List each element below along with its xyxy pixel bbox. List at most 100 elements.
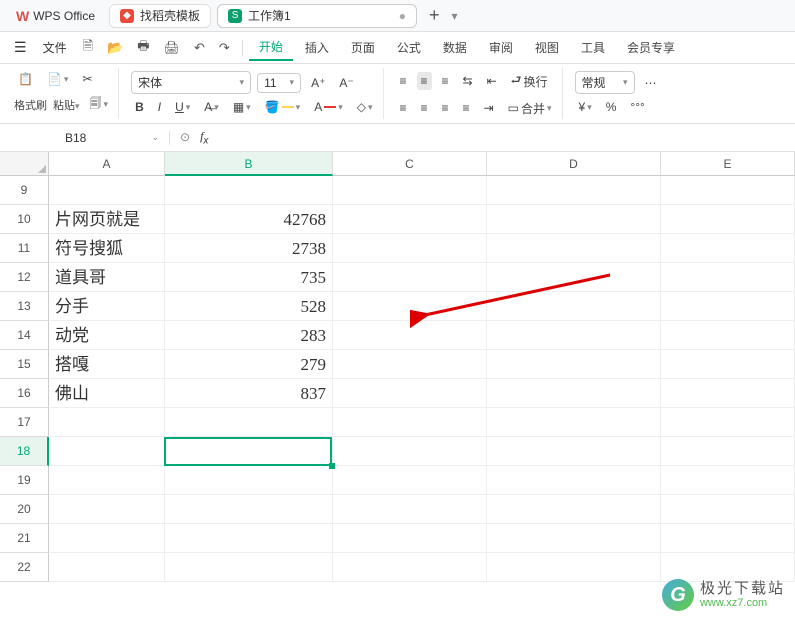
- indent-dec-icon[interactable]: ⇤: [483, 72, 501, 90]
- cell[interactable]: [487, 466, 661, 495]
- col-header-D[interactable]: D: [487, 152, 661, 176]
- row-header[interactable]: 17: [0, 408, 49, 437]
- cell[interactable]: 搭嘎: [49, 350, 165, 379]
- menu-page[interactable]: 页面: [341, 35, 385, 60]
- format-painter-label[interactable]: 格式刷: [14, 97, 47, 113]
- open-icon[interactable]: 📂: [101, 36, 129, 60]
- indent-inc-icon[interactable]: ⇥: [480, 99, 498, 117]
- cell[interactable]: [49, 408, 165, 437]
- clear-format-icon[interactable]: ◇▾: [353, 98, 377, 116]
- spreadsheet-grid[interactable]: A B C D E 910片网页就是4276811符号搜狐273812道具哥73…: [0, 152, 795, 582]
- name-box[interactable]: B18 ⌄: [0, 131, 170, 145]
- redo-icon[interactable]: ↷: [213, 36, 236, 60]
- cell[interactable]: 283: [165, 321, 333, 350]
- align-top-icon[interactable]: ≡: [396, 72, 411, 90]
- cell[interactable]: [661, 379, 795, 408]
- border-icon[interactable]: ▦▾: [229, 98, 255, 116]
- paste-icon[interactable]: 📄▾: [43, 70, 72, 88]
- row-header[interactable]: 18: [0, 437, 49, 466]
- row-header[interactable]: 16: [0, 379, 49, 408]
- hamburger-icon[interactable]: ☰: [8, 39, 33, 56]
- cell[interactable]: [661, 205, 795, 234]
- cell[interactable]: 837: [165, 379, 333, 408]
- menu-insert[interactable]: 插入: [295, 35, 339, 60]
- cell[interactable]: [487, 321, 661, 350]
- cell[interactable]: [661, 263, 795, 292]
- row-header[interactable]: 11: [0, 234, 49, 263]
- cell[interactable]: 279: [165, 350, 333, 379]
- col-header-E[interactable]: E: [661, 152, 795, 176]
- cell[interactable]: 分手: [49, 292, 165, 321]
- cell[interactable]: 符号搜狐: [49, 234, 165, 263]
- paste-label[interactable]: 粘贴▾: [53, 97, 80, 113]
- cell[interactable]: [661, 437, 795, 466]
- cell[interactable]: [661, 176, 795, 205]
- cell[interactable]: 42768: [165, 205, 333, 234]
- col-header-A[interactable]: A: [49, 152, 165, 176]
- cell[interactable]: [49, 553, 165, 582]
- cell[interactable]: [487, 350, 661, 379]
- undo-icon[interactable]: ↶: [188, 36, 211, 60]
- currency-icon[interactable]: ¥▾: [575, 98, 596, 116]
- cell[interactable]: [165, 176, 333, 205]
- cell[interactable]: [487, 234, 661, 263]
- cell[interactable]: [333, 263, 487, 292]
- cell[interactable]: [49, 466, 165, 495]
- cell[interactable]: [333, 350, 487, 379]
- cell[interactable]: [333, 292, 487, 321]
- comma-icon[interactable]: °°°: [626, 98, 648, 116]
- print-icon[interactable]: 🖨: [158, 36, 187, 60]
- save-icon[interactable]: 🖶: [131, 33, 155, 63]
- align-right-icon[interactable]: ≡: [438, 99, 453, 117]
- menu-data[interactable]: 数据: [433, 35, 477, 60]
- row-header[interactable]: 14: [0, 321, 49, 350]
- justify-icon[interactable]: ≡: [459, 99, 474, 117]
- orientation-icon[interactable]: ⇆: [459, 72, 477, 90]
- cell[interactable]: [333, 495, 487, 524]
- more-icon[interactable]: ⋯: [641, 74, 661, 92]
- menu-start[interactable]: 开始: [249, 34, 293, 61]
- menu-member[interactable]: 会员专享: [617, 35, 685, 60]
- row-header[interactable]: 21: [0, 524, 49, 553]
- number-format-select[interactable]: 常规▾: [575, 71, 635, 94]
- cell[interactable]: [333, 553, 487, 582]
- cell[interactable]: [661, 321, 795, 350]
- cell[interactable]: [333, 437, 487, 466]
- col-header-B[interactable]: B: [165, 152, 333, 176]
- row-header[interactable]: 10: [0, 205, 49, 234]
- cell[interactable]: [333, 234, 487, 263]
- cell[interactable]: [49, 176, 165, 205]
- cell[interactable]: [487, 292, 661, 321]
- decrease-font-icon[interactable]: A⁻: [335, 74, 357, 92]
- cell[interactable]: 528: [165, 292, 333, 321]
- cell[interactable]: [165, 466, 333, 495]
- row-header[interactable]: 13: [0, 292, 49, 321]
- increase-font-icon[interactable]: A⁺: [307, 74, 329, 92]
- menu-review[interactable]: 审阅: [479, 35, 523, 60]
- cell[interactable]: [333, 205, 487, 234]
- cell[interactable]: [487, 495, 661, 524]
- cell[interactable]: [333, 408, 487, 437]
- cell[interactable]: [165, 408, 333, 437]
- tab-workbook[interactable]: S 工作簿1 ●: [217, 4, 417, 28]
- col-header-C[interactable]: C: [333, 152, 487, 176]
- fill-handle[interactable]: [329, 463, 335, 469]
- menu-tools[interactable]: 工具: [571, 35, 615, 60]
- bold-icon[interactable]: B: [131, 98, 148, 116]
- cell[interactable]: [487, 408, 661, 437]
- copy-icon[interactable]: 🗐▾: [86, 92, 113, 117]
- cell[interactable]: [49, 437, 165, 466]
- cell[interactable]: 动党: [49, 321, 165, 350]
- format-painter-icon[interactable]: 📋: [14, 70, 37, 88]
- cell[interactable]: 佛山: [49, 379, 165, 408]
- cell[interactable]: 735: [165, 263, 333, 292]
- cell[interactable]: [661, 234, 795, 263]
- cell[interactable]: [165, 553, 333, 582]
- cell[interactable]: [661, 350, 795, 379]
- font-name-select[interactable]: 宋体▾: [131, 71, 251, 94]
- tab-templates[interactable]: ◆ 找稻壳模板: [109, 4, 211, 28]
- tab-overflow-caret[interactable]: ▾: [452, 9, 458, 23]
- cell[interactable]: [661, 408, 795, 437]
- cell[interactable]: [487, 263, 661, 292]
- align-middle-icon[interactable]: ≡: [417, 72, 432, 90]
